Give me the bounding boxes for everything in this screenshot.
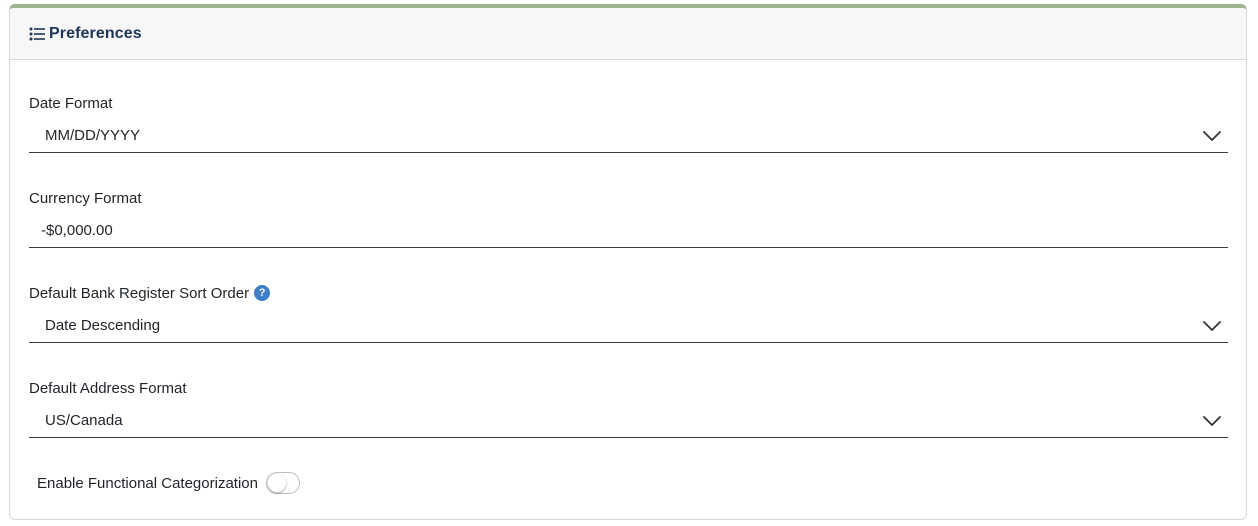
list-icon [29, 27, 46, 41]
functional-categorization-row: Enable Functional Categorization [37, 470, 300, 496]
page-title: Preferences [49, 24, 142, 42]
date-format-select[interactable]: MM/DD/YYYY [29, 119, 1228, 153]
sort-order-select[interactable]: Date Descending [29, 309, 1228, 343]
functional-categorization-label: Enable Functional Categorization [37, 474, 258, 492]
date-format-label: Date Format [29, 94, 113, 112]
functional-categorization-toggle[interactable] [265, 472, 300, 494]
toggle-knob [267, 474, 286, 492]
currency-format-value: -$0,000.00 [41, 222, 113, 239]
currency-format-input[interactable]: -$0,000.00 [29, 214, 1228, 248]
sort-order-label: Default Bank Register Sort Order [29, 284, 250, 302]
date-format-value: MM/DD/YYYY [45, 127, 141, 144]
address-format-label: Default Address Format [29, 379, 187, 397]
card-header: Preferences [10, 8, 1246, 60]
preferences-card: Preferences Date Format MM/DD/YYYY Curre… [9, 4, 1247, 520]
address-format-select[interactable]: US/Canada [29, 404, 1228, 438]
date-format-field: Date Format MM/DD/YYYY [29, 93, 1228, 153]
chevron-down-icon [1203, 130, 1221, 141]
currency-format-field: Currency Format -$0,000.00 [29, 188, 1228, 248]
currency-format-label: Currency Format [29, 189, 142, 207]
sort-order-label-row: Default Bank Register Sort Order ? [29, 283, 1228, 303]
sort-order-value: Date Descending [45, 317, 161, 334]
chevron-down-icon [1203, 415, 1221, 426]
chevron-down-icon [1203, 320, 1221, 331]
help-icon[interactable]: ? [254, 285, 271, 301]
sort-order-field: Default Bank Register Sort Order ? Date … [29, 283, 1228, 343]
address-format-field: Default Address Format US/Canada [29, 378, 1228, 438]
address-format-value: US/Canada [45, 412, 123, 429]
